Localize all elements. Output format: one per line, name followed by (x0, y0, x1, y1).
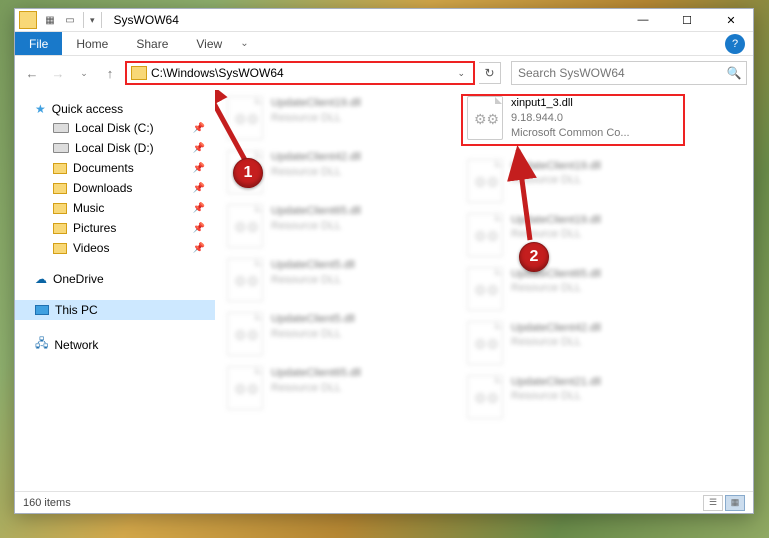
star-icon: ★ (35, 102, 46, 116)
tab-home[interactable]: Home (62, 32, 122, 55)
dll-icon: ⚙⚙ (467, 375, 503, 419)
pin-icon: 📌 (193, 163, 205, 174)
sidebar-item-local-disk-c[interactable]: Local Disk (C:)📌 (15, 118, 215, 138)
quick-access-toolbar: ▦ ▭ (41, 11, 79, 29)
pin-icon: 📌 (193, 143, 205, 154)
ribbon: File Home Share View ⌄ ? (15, 32, 753, 56)
title-bar: ▦ ▭ ▾ SysWOW64 — ☐ ✕ (15, 9, 753, 32)
file-item[interactable]: ⚙⚙UpdateClient42.dllResource DLL (465, 319, 675, 367)
explorer-window: ▦ ▭ ▾ SysWOW64 — ☐ ✕ File Home Share Vie… (14, 8, 754, 514)
qat-new-icon[interactable]: ▭ (61, 11, 79, 29)
sidebar-item-network[interactable]: 🖧Network (15, 332, 215, 357)
sidebar-item-local-disk-d[interactable]: Local Disk (D:)📌 (15, 138, 215, 158)
drive-icon (53, 143, 69, 153)
tab-share[interactable]: Share (122, 32, 182, 55)
pin-icon: 📌 (193, 183, 205, 194)
pin-icon: 📌 (193, 123, 205, 134)
tab-view[interactable]: View (182, 32, 236, 55)
file-item[interactable]: ⚙⚙UpdateClient5.dllResource DLL (225, 256, 435, 304)
file-item[interactable]: ⚙⚙UpdateClient5.dllResource DLL (225, 310, 435, 358)
folder-icon (53, 163, 67, 174)
dll-icon: ⚙⚙ (467, 267, 503, 311)
search-box[interactable]: 🔍 (511, 61, 747, 85)
up-button[interactable]: ↑ (99, 62, 121, 84)
file-tab[interactable]: File (15, 32, 62, 55)
ribbon-expand-icon[interactable]: ⌄ (236, 38, 252, 49)
dll-icon: ⚙⚙ (227, 204, 263, 248)
navigation-pane: ★Quick access Local Disk (C:)📌 Local Dis… (15, 90, 215, 491)
sidebar-item-pictures[interactable]: Pictures📌 (15, 218, 215, 238)
window-title: SysWOW64 (114, 13, 179, 27)
pin-icon: 📌 (193, 223, 205, 234)
folder-icon (19, 11, 37, 29)
drive-icon (53, 123, 69, 133)
dll-icon: ⚙⚙ (227, 258, 263, 302)
sidebar-item-documents[interactable]: Documents📌 (15, 158, 215, 178)
file-item[interactable]: ⚙⚙UpdateClient65.dllResource DLL (225, 364, 435, 412)
status-bar: 160 items ☰ ▦ (15, 491, 753, 513)
sidebar-item-onedrive[interactable]: ☁OneDrive (15, 270, 215, 288)
window-controls: — ☐ ✕ (621, 9, 753, 32)
view-switcher: ☰ ▦ (703, 495, 745, 511)
refresh-button[interactable]: ↻ (479, 62, 501, 84)
pc-icon (35, 305, 49, 315)
dll-icon: ⚙⚙ (467, 213, 503, 257)
file-item[interactable]: ⚙⚙UpdateClient65.dllResource DLL (465, 265, 675, 313)
minimize-button[interactable]: — (621, 9, 665, 32)
back-button[interactable]: ← (21, 62, 43, 84)
separator (83, 12, 84, 28)
search-icon[interactable]: 🔍 (722, 66, 746, 80)
dll-icon: ⚙⚙ (227, 312, 263, 356)
annotation-callout-1: 1 (233, 158, 263, 188)
file-item[interactable]: ⚙⚙UpdateClient19.dllResource DLL (465, 157, 675, 205)
sidebar-item-downloads[interactable]: Downloads📌 (15, 178, 215, 198)
dll-icon: ⚙⚙ (467, 96, 503, 140)
annotation-arrow (500, 140, 550, 255)
folder-icon (53, 243, 67, 254)
folder-icon (53, 183, 67, 194)
file-item[interactable]: ⚙⚙UpdateClient19.dllResource DLL (465, 211, 675, 259)
sidebar-item-videos[interactable]: Videos📌 (15, 238, 215, 258)
body: ★Quick access Local Disk (C:)📌 Local Dis… (15, 90, 753, 491)
network-icon: 🖧 (35, 334, 48, 355)
sidebar-item-music[interactable]: Music📌 (15, 198, 215, 218)
address-path[interactable]: C:\Windows\SysWOW64 (151, 66, 453, 80)
quick-access-header[interactable]: ★Quick access (15, 100, 215, 118)
navigation-bar: ← → ⌄ ↑ C:\Windows\SysWOW64 ⌄ ↻ 🔍 (15, 56, 753, 90)
folder-icon (53, 223, 67, 234)
address-bar[interactable]: C:\Windows\SysWOW64 ⌄ (125, 61, 475, 85)
cloud-icon: ☁ (35, 272, 47, 286)
dll-icon: ⚙⚙ (467, 321, 503, 365)
file-item[interactable]: ⚙⚙UpdateClient21.dllResource DLL (465, 373, 675, 421)
folder-icon (131, 66, 147, 80)
address-dropdown-icon[interactable]: ⌄ (453, 68, 469, 79)
details-view-button[interactable]: ☰ (703, 495, 723, 511)
sidebar-item-this-pc[interactable]: This PC (15, 300, 215, 320)
qat-properties-icon[interactable]: ▦ (41, 11, 59, 29)
forward-button[interactable]: → (47, 62, 69, 84)
file-list[interactable]: ⚙⚙UpdateClient19.dllResource DLL ⚙⚙Updat… (215, 90, 753, 491)
close-button[interactable]: ✕ (709, 9, 753, 32)
pin-icon: 📌 (193, 243, 205, 254)
annotation-callout-2: 2 (519, 242, 549, 272)
pin-icon: 📌 (193, 203, 205, 214)
help-icon[interactable]: ? (725, 34, 745, 54)
dll-icon: ⚙⚙ (467, 159, 503, 203)
file-column: ⚙⚙ xinput1_3.dll 9.18.944.0 Microsoft Co… (465, 94, 675, 427)
maximize-button[interactable]: ☐ (665, 9, 709, 32)
folder-icon (53, 203, 67, 214)
qat-dropdown-icon[interactable]: ▾ (88, 15, 97, 26)
search-input[interactable] (512, 66, 722, 80)
file-item[interactable]: ⚙⚙UpdateClient65.dllResource DLL (225, 202, 435, 250)
item-count: 160 items (23, 497, 71, 509)
separator (101, 12, 102, 28)
icons-view-button[interactable]: ▦ (725, 495, 745, 511)
recent-dropdown-icon[interactable]: ⌄ (73, 62, 95, 84)
dll-icon: ⚙⚙ (227, 366, 263, 410)
